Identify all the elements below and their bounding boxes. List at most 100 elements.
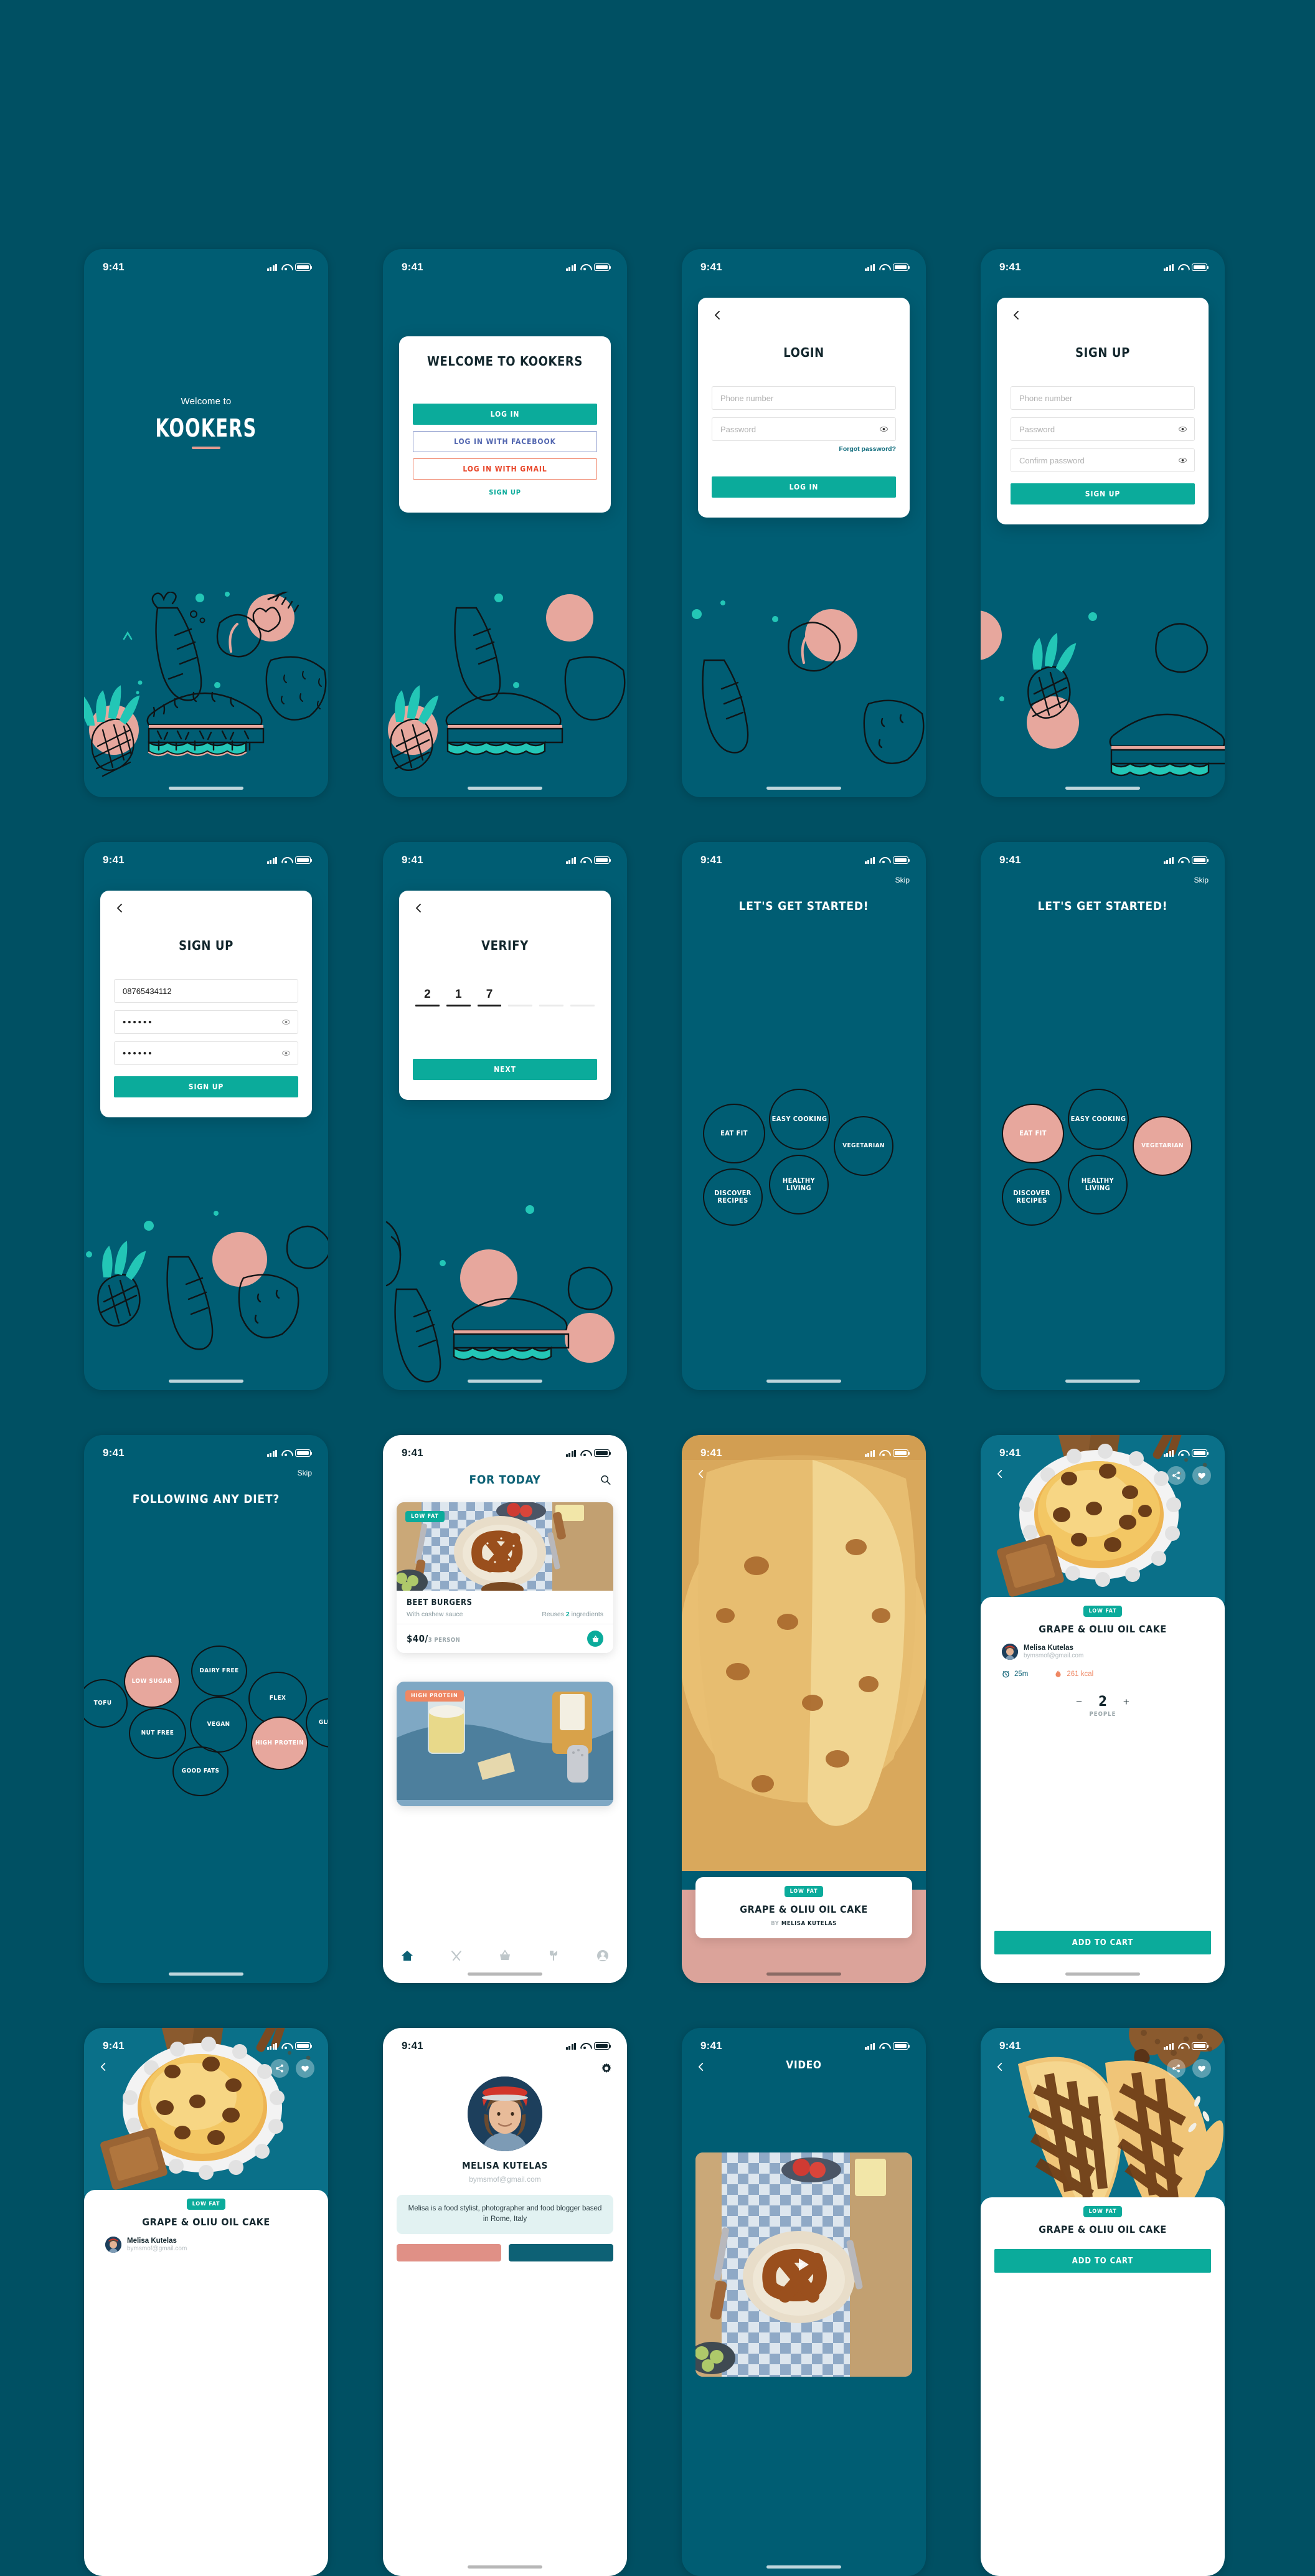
tab-basket-icon[interactable] <box>499 1949 511 1962</box>
recipe-card[interactable]: HIGH PROTEIN <box>397 1682 613 1806</box>
eye-icon[interactable] <box>282 1020 290 1025</box>
skip-button[interactable]: Skip <box>298 1469 312 1477</box>
video-player[interactable] <box>695 2152 912 2377</box>
login-facebook-button[interactable]: LOG IN WITH FACEBOOK <box>413 431 597 452</box>
recipe-meta: 25m 261 kcal <box>1002 1670 1225 1678</box>
bubble-nut-free[interactable]: NUT FREE <box>129 1708 186 1759</box>
verify-digit[interactable]: 7 <box>477 988 502 1006</box>
confirm-password-input[interactable]: •••••• <box>114 1041 298 1065</box>
gear-icon[interactable] <box>601 2063 612 2074</box>
back-button[interactable] <box>1012 310 1022 320</box>
back-button[interactable] <box>99 2062 108 2072</box>
bubble-easy-cooking[interactable]: EASY COOKING <box>1068 1089 1129 1150</box>
tab-home-icon[interactable] <box>401 1949 413 1962</box>
bubble-gluten[interactable]: GLUTEN <box>306 1698 328 1748</box>
eye-icon[interactable] <box>880 427 888 432</box>
phone-input[interactable]: Phone number <box>712 386 896 410</box>
bubble-tofu[interactable]: TOFU <box>84 1679 128 1728</box>
decrement-button[interactable]: − <box>1076 1696 1082 1708</box>
bubble-vegan[interactable]: VEGAN <box>190 1697 247 1753</box>
verify-digit[interactable] <box>508 988 533 1006</box>
bubble-vegetarian[interactable]: VEGETARIAN <box>1133 1116 1192 1176</box>
onboard-title: LET'S GET STARTED! <box>1037 899 1168 913</box>
back-button[interactable] <box>414 903 424 913</box>
bubble-discover-recipes[interactable]: DISCOVER RECIPES <box>703 1168 763 1226</box>
back-button[interactable] <box>115 903 125 913</box>
profile-button-primary[interactable] <box>397 2243 501 2261</box>
add-to-cart-button[interactable]: ADD TO CART <box>994 1931 1211 1954</box>
verify-code-input[interactable]: 2 1 7 <box>413 988 597 1006</box>
signal-icon <box>565 856 576 864</box>
verify-next-button[interactable]: NEXT <box>413 1058 597 1080</box>
add-to-basket-button[interactable] <box>587 1631 603 1647</box>
verify-digit[interactable] <box>539 988 564 1006</box>
phone-input[interactable]: Phone number <box>1011 386 1195 410</box>
bubble-discover-recipes[interactable]: DISCOVER RECIPES <box>1002 1168 1062 1226</box>
profile-button-secondary[interactable] <box>509 2243 613 2261</box>
share-icon[interactable] <box>1167 1466 1185 1485</box>
share-icon[interactable] <box>270 2059 289 2078</box>
servings-stepper[interactable]: − 2 + <box>981 1694 1225 1710</box>
back-button[interactable] <box>996 2062 1005 2072</box>
skip-button[interactable]: Skip <box>895 876 910 884</box>
add-to-cart-button[interactable]: ADD TO CART <box>994 2249 1211 2273</box>
heart-icon[interactable] <box>1192 1466 1211 1485</box>
battery-icon <box>594 2042 611 2050</box>
signup-submit-button[interactable]: SIGN UP <box>114 1076 298 1097</box>
back-button[interactable] <box>713 310 723 320</box>
verify-digit[interactable]: 2 <box>415 988 440 1006</box>
back-button[interactable] <box>697 1469 706 1479</box>
play-icon[interactable] <box>799 2258 809 2271</box>
splash-logo: KOOKERS <box>155 414 257 443</box>
recipe-detail-sheet: LOW FAT GRAPE & OLIU OIL CAKE Melisa Kut… <box>84 2190 328 2576</box>
back-button[interactable] <box>996 1469 1005 1479</box>
recipe-tag: LOW FAT <box>186 2199 226 2210</box>
bubble-high-protein[interactable]: HIGH PROTEIN <box>251 1717 308 1770</box>
recipe-card[interactable]: LOW FAT BEET BURGERS With cashew sauce R… <box>397 1502 613 1653</box>
signup-submit-button[interactable]: SIGN UP <box>1011 483 1195 504</box>
heart-icon[interactable] <box>1192 2059 1211 2078</box>
share-icon[interactable] <box>1167 2059 1185 2078</box>
recipe-author[interactable]: Melisa Kutelas bymsmof@gmail.com <box>1002 1644 1225 1660</box>
recipe-author[interactable]: Melisa Kutelas bymsmof@gmail.com <box>105 2237 328 2253</box>
bubble-healthy-living[interactable]: HEALTHY LIVING <box>1068 1155 1128 1215</box>
tab-cutlery-icon[interactable] <box>450 1949 463 1962</box>
bubble-eat-fit[interactable]: EAT FIT <box>1002 1104 1064 1163</box>
password-input[interactable]: Password <box>1011 417 1195 441</box>
login-gmail-button[interactable]: LOG IN WITH GMAIL <box>413 458 597 480</box>
home-indicator <box>169 787 243 790</box>
verify-digit-value <box>539 988 563 1003</box>
bubble-healthy-living[interactable]: HEALTHY LIVING <box>769 1155 829 1215</box>
eye-icon[interactable] <box>282 1051 290 1056</box>
search-icon[interactable] <box>600 1475 611 1485</box>
screen-welcome: 9:41 WELCOME TO KOOKERS LOG IN LOG IN WI… <box>383 249 627 797</box>
bubble-vegetarian[interactable]: VEGETARIAN <box>834 1116 893 1176</box>
login-submit-button[interactable]: LOG IN <box>712 476 896 498</box>
confirm-password-input[interactable]: Confirm password <box>1011 448 1195 472</box>
tab-sprout-icon[interactable] <box>547 1949 560 1962</box>
verify-digit[interactable] <box>570 988 595 1006</box>
password-input[interactable]: Password <box>712 417 896 441</box>
skip-button[interactable]: Skip <box>1194 876 1209 884</box>
bubble-dairy-free[interactable]: DAIRY FREE <box>191 1646 247 1697</box>
status-icons <box>864 263 910 271</box>
eye-icon[interactable] <box>1179 458 1187 463</box>
bubble-good-fats[interactable]: GOOD FATS <box>172 1746 229 1796</box>
eye-icon[interactable] <box>1179 427 1187 432</box>
increment-button[interactable]: + <box>1123 1696 1129 1708</box>
bubble-easy-cooking[interactable]: EASY COOKING <box>769 1089 830 1150</box>
signup-title: SIGN UP <box>1075 345 1130 360</box>
forgot-password-link[interactable]: Forgot password? <box>712 445 896 453</box>
signup-link[interactable]: SIGN UP <box>413 488 597 496</box>
phone-input[interactable]: 08765434112 <box>114 979 298 1003</box>
password-input[interactable]: •••••• <box>114 1010 298 1034</box>
signal-icon <box>266 2042 277 2050</box>
home-indicator <box>766 1380 841 1383</box>
verify-digit[interactable]: 1 <box>446 988 471 1006</box>
recipe-title: GRAPE & OLIU OIL CAKE <box>1039 1623 1167 1635</box>
login-button[interactable]: LOG IN <box>413 404 597 425</box>
bubble-eat-fit[interactable]: EAT FIT <box>703 1104 765 1163</box>
tab-profile-icon[interactable] <box>596 1949 609 1962</box>
bubble-low-sugar[interactable]: LOW SUGAR <box>124 1655 180 1708</box>
heart-icon[interactable] <box>296 2059 314 2078</box>
